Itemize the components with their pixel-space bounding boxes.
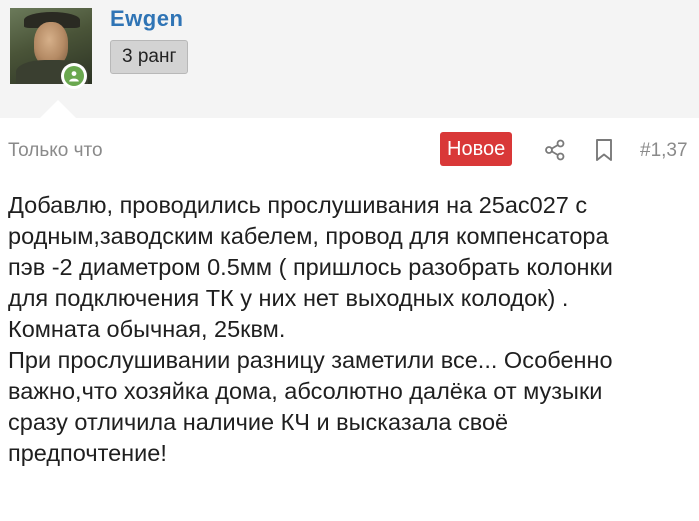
user-online-icon [64, 66, 84, 86]
post-meta-row: Только что Новое #1,37 [0, 132, 699, 168]
post-time[interactable]: Только что [8, 140, 103, 162]
post-paragraph: Добавлю, проводились прослушивания на 25… [8, 192, 613, 342]
share-icon[interactable] [544, 139, 566, 161]
online-status-badge [61, 63, 87, 89]
new-post-badge: Новое [440, 132, 513, 166]
username-link[interactable]: Ewgen [110, 6, 183, 32]
post-number-link[interactable]: #1,37 [640, 140, 688, 162]
user-rank-badge: 3 ранг [110, 40, 189, 74]
post-author-header: Ewgen 3 ранг [0, 0, 699, 118]
header-pointer-arrow [40, 100, 76, 118]
bookmark-icon[interactable] [594, 138, 614, 162]
post-body: Добавлю, проводились прослушивания на 25… [8, 190, 698, 469]
post-paragraph: При прослушивании разницу заметили все..… [8, 347, 613, 466]
